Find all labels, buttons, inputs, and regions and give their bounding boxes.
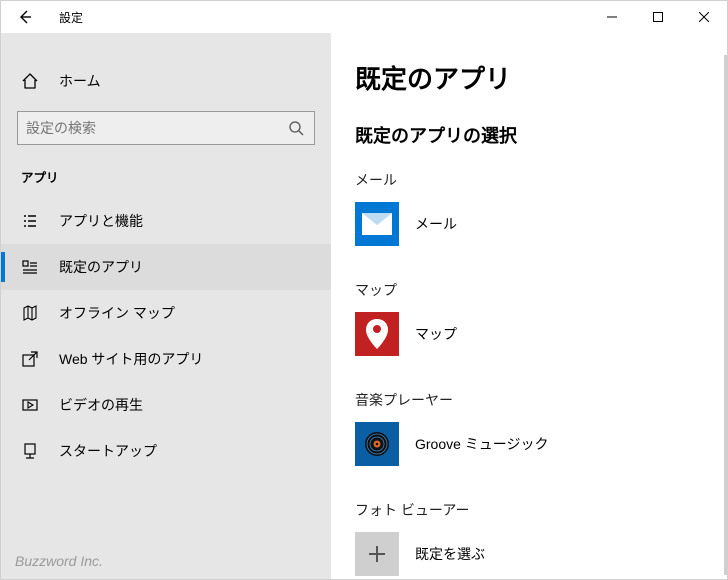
video-icon: [21, 396, 45, 414]
settings-window: 設定 ホーム アプリ: [0, 0, 728, 580]
sidebar-item-label: アプリと機能: [59, 211, 143, 231]
default-app-music[interactable]: Groove ミュージック: [355, 422, 703, 466]
default-app-maps[interactable]: マップ: [355, 312, 703, 356]
sidebar-nav: アプリと機能 既定のアプリ オフライン マップ: [1, 198, 331, 474]
sidebar-item-website-apps[interactable]: Web サイト用のアプリ: [1, 336, 331, 382]
close-icon: [699, 12, 709, 22]
close-button[interactable]: [681, 1, 727, 33]
main-pane: 既定のアプリ 既定のアプリの選択 メール メール マップ マップ: [331, 33, 727, 579]
search-input[interactable]: [26, 120, 286, 136]
sidebar-item-startup[interactable]: スタートアップ: [1, 428, 331, 474]
page-title: 既定のアプリ: [355, 59, 703, 96]
default-app-label: メール: [415, 214, 457, 234]
default-app-label: 既定を選ぶ: [415, 544, 485, 564]
category-label-photo: フォト ビューアー: [355, 500, 703, 520]
open-external-icon: [21, 350, 45, 368]
search-box[interactable]: [17, 111, 315, 145]
window-body: ホーム アプリ アプリと機能: [1, 33, 727, 579]
sidebar-item-apps-and-features[interactable]: アプリと機能: [1, 198, 331, 244]
sidebar-item-label: 既定のアプリ: [59, 257, 143, 277]
sidebar-item-label: スタートアップ: [59, 441, 157, 461]
main-scroll[interactable]: 既定のアプリ 既定のアプリの選択 メール メール マップ マップ: [331, 33, 727, 579]
category-label-maps: マップ: [355, 280, 703, 300]
mail-app-icon: [355, 202, 399, 246]
maps-app-icon: [355, 312, 399, 356]
watermark-text: Buzzword Inc.: [15, 553, 103, 569]
defaults-icon: [21, 258, 45, 276]
default-app-label: マップ: [415, 324, 457, 344]
sidebar-item-video-playback[interactable]: ビデオの再生: [1, 382, 331, 428]
maximize-button[interactable]: [635, 1, 681, 33]
page-subtitle: 既定のアプリの選択: [355, 122, 703, 148]
back-arrow-icon: [17, 9, 33, 25]
sidebar-item-label: ビデオの再生: [59, 395, 143, 415]
sidebar-item-label: オフライン マップ: [59, 303, 175, 323]
sidebar-item-label: Web サイト用のアプリ: [59, 349, 203, 369]
default-app-photo[interactable]: 既定を選ぶ: [355, 532, 703, 576]
list-icon: [21, 212, 45, 230]
sidebar-section-header: アプリ: [1, 145, 331, 198]
default-app-mail[interactable]: メール: [355, 202, 703, 246]
minimize-button[interactable]: [589, 1, 635, 33]
map-icon: [21, 304, 45, 322]
search-icon: [286, 120, 306, 136]
choose-default-icon: [355, 532, 399, 576]
back-button[interactable]: [1, 1, 49, 33]
startup-icon: [21, 442, 45, 460]
sidebar-item-default-apps[interactable]: 既定のアプリ: [1, 244, 331, 290]
sidebar: ホーム アプリ アプリと機能: [1, 33, 331, 579]
home-button[interactable]: ホーム: [1, 61, 331, 101]
home-label: ホーム: [59, 71, 101, 91]
category-label-music: 音楽プレーヤー: [355, 390, 703, 410]
minimize-icon: [607, 12, 617, 22]
titlebar: 設定: [1, 1, 727, 33]
maximize-icon: [653, 12, 663, 22]
category-label-mail: メール: [355, 170, 703, 190]
home-icon: [21, 72, 45, 90]
window-title: 設定: [59, 9, 83, 26]
sidebar-item-offline-maps[interactable]: オフライン マップ: [1, 290, 331, 336]
default-app-label: Groove ミュージック: [415, 434, 549, 454]
groove-app-icon: [355, 422, 399, 466]
